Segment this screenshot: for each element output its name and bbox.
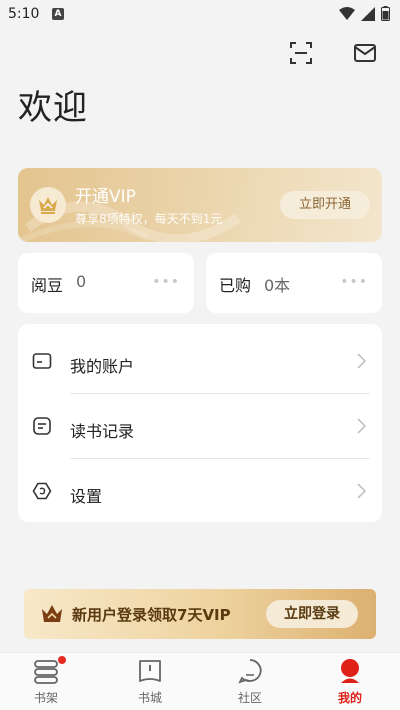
tab-label: 我的 [337, 691, 362, 705]
notification-badge-icon: A [52, 8, 64, 20]
vip-title: 开通VIP [75, 187, 136, 207]
tab-bookstore[interactable]: 书城 [120, 653, 180, 710]
reading-record-icon [33, 417, 51, 435]
beans-value: 0 [76, 272, 87, 291]
status-bar: 5:10 A [0, 0, 400, 30]
crown-icon [42, 605, 62, 622]
profile-icon [341, 659, 359, 683]
more-icon[interactable]: ••• [152, 274, 180, 290]
scan-icon[interactable] [288, 40, 314, 66]
purchased-label: 已购 [219, 276, 252, 295]
menu-item-reading-record[interactable]: 读书记录 [18, 394, 382, 458]
signal-icon [361, 6, 375, 21]
menu-card: 我的账户 读书记录 设置 [18, 324, 382, 522]
tab-label: 书城 [137, 691, 162, 705]
chevron-right-icon [357, 418, 366, 434]
chevron-right-icon [357, 483, 366, 499]
tab-label: 书架 [33, 691, 58, 705]
vip-card[interactable]: 开通VIP 尊享8项特权，每天不到1元 立即开通 [18, 168, 382, 242]
menu-item-label: 读书记录 [70, 422, 135, 441]
tab-community[interactable]: 社区 [220, 653, 280, 710]
menu-item-label: 我的账户 [70, 357, 135, 376]
status-time: 5:10 [8, 6, 40, 22]
tab-label: 社区 [237, 691, 262, 705]
bookshelf-icon [34, 660, 58, 684]
header-actions [288, 40, 378, 66]
menu-item-label: 设置 [70, 487, 103, 506]
open-vip-button[interactable]: 立即开通 [280, 191, 370, 219]
vip-subtitle: 尊享8项特权，每天不到1元 [75, 212, 223, 226]
chevron-right-icon [357, 353, 366, 369]
wifi-icon [339, 6, 355, 20]
purchased-value: 0本 [264, 276, 291, 295]
wallet-icon [32, 353, 52, 369]
status-indicators [339, 6, 390, 21]
community-chat-icon [238, 659, 262, 684]
crown-icon [30, 187, 66, 223]
more-icon[interactable]: ••• [340, 274, 368, 290]
login-button[interactable]: 立即登录 [266, 600, 358, 628]
purchased-card[interactable]: 已购 0本 ••• [206, 253, 382, 313]
mail-icon[interactable] [352, 40, 378, 66]
menu-item-account[interactable]: 我的账户 [18, 329, 382, 393]
tab-bar: 书架 书城 社区 我的 [0, 652, 400, 710]
login-banner[interactable]: 新用户登录领取7天VIP 立即登录 [24, 589, 376, 639]
hexagon-settings-icon [32, 482, 52, 500]
battery-icon [381, 6, 390, 21]
tab-profile[interactable]: 我的 [320, 653, 380, 710]
page-title: 欢迎 [18, 88, 88, 128]
notification-dot [58, 656, 66, 664]
beans-label: 阅豆 [31, 276, 64, 295]
book-store-icon [139, 660, 161, 682]
login-banner-text: 新用户登录领取7天VIP [72, 606, 231, 624]
beans-card[interactable]: 阅豆 0 ••• [18, 253, 194, 313]
tab-bookshelf[interactable]: 书架 [16, 653, 76, 710]
menu-item-settings[interactable]: 设置 [18, 459, 382, 523]
